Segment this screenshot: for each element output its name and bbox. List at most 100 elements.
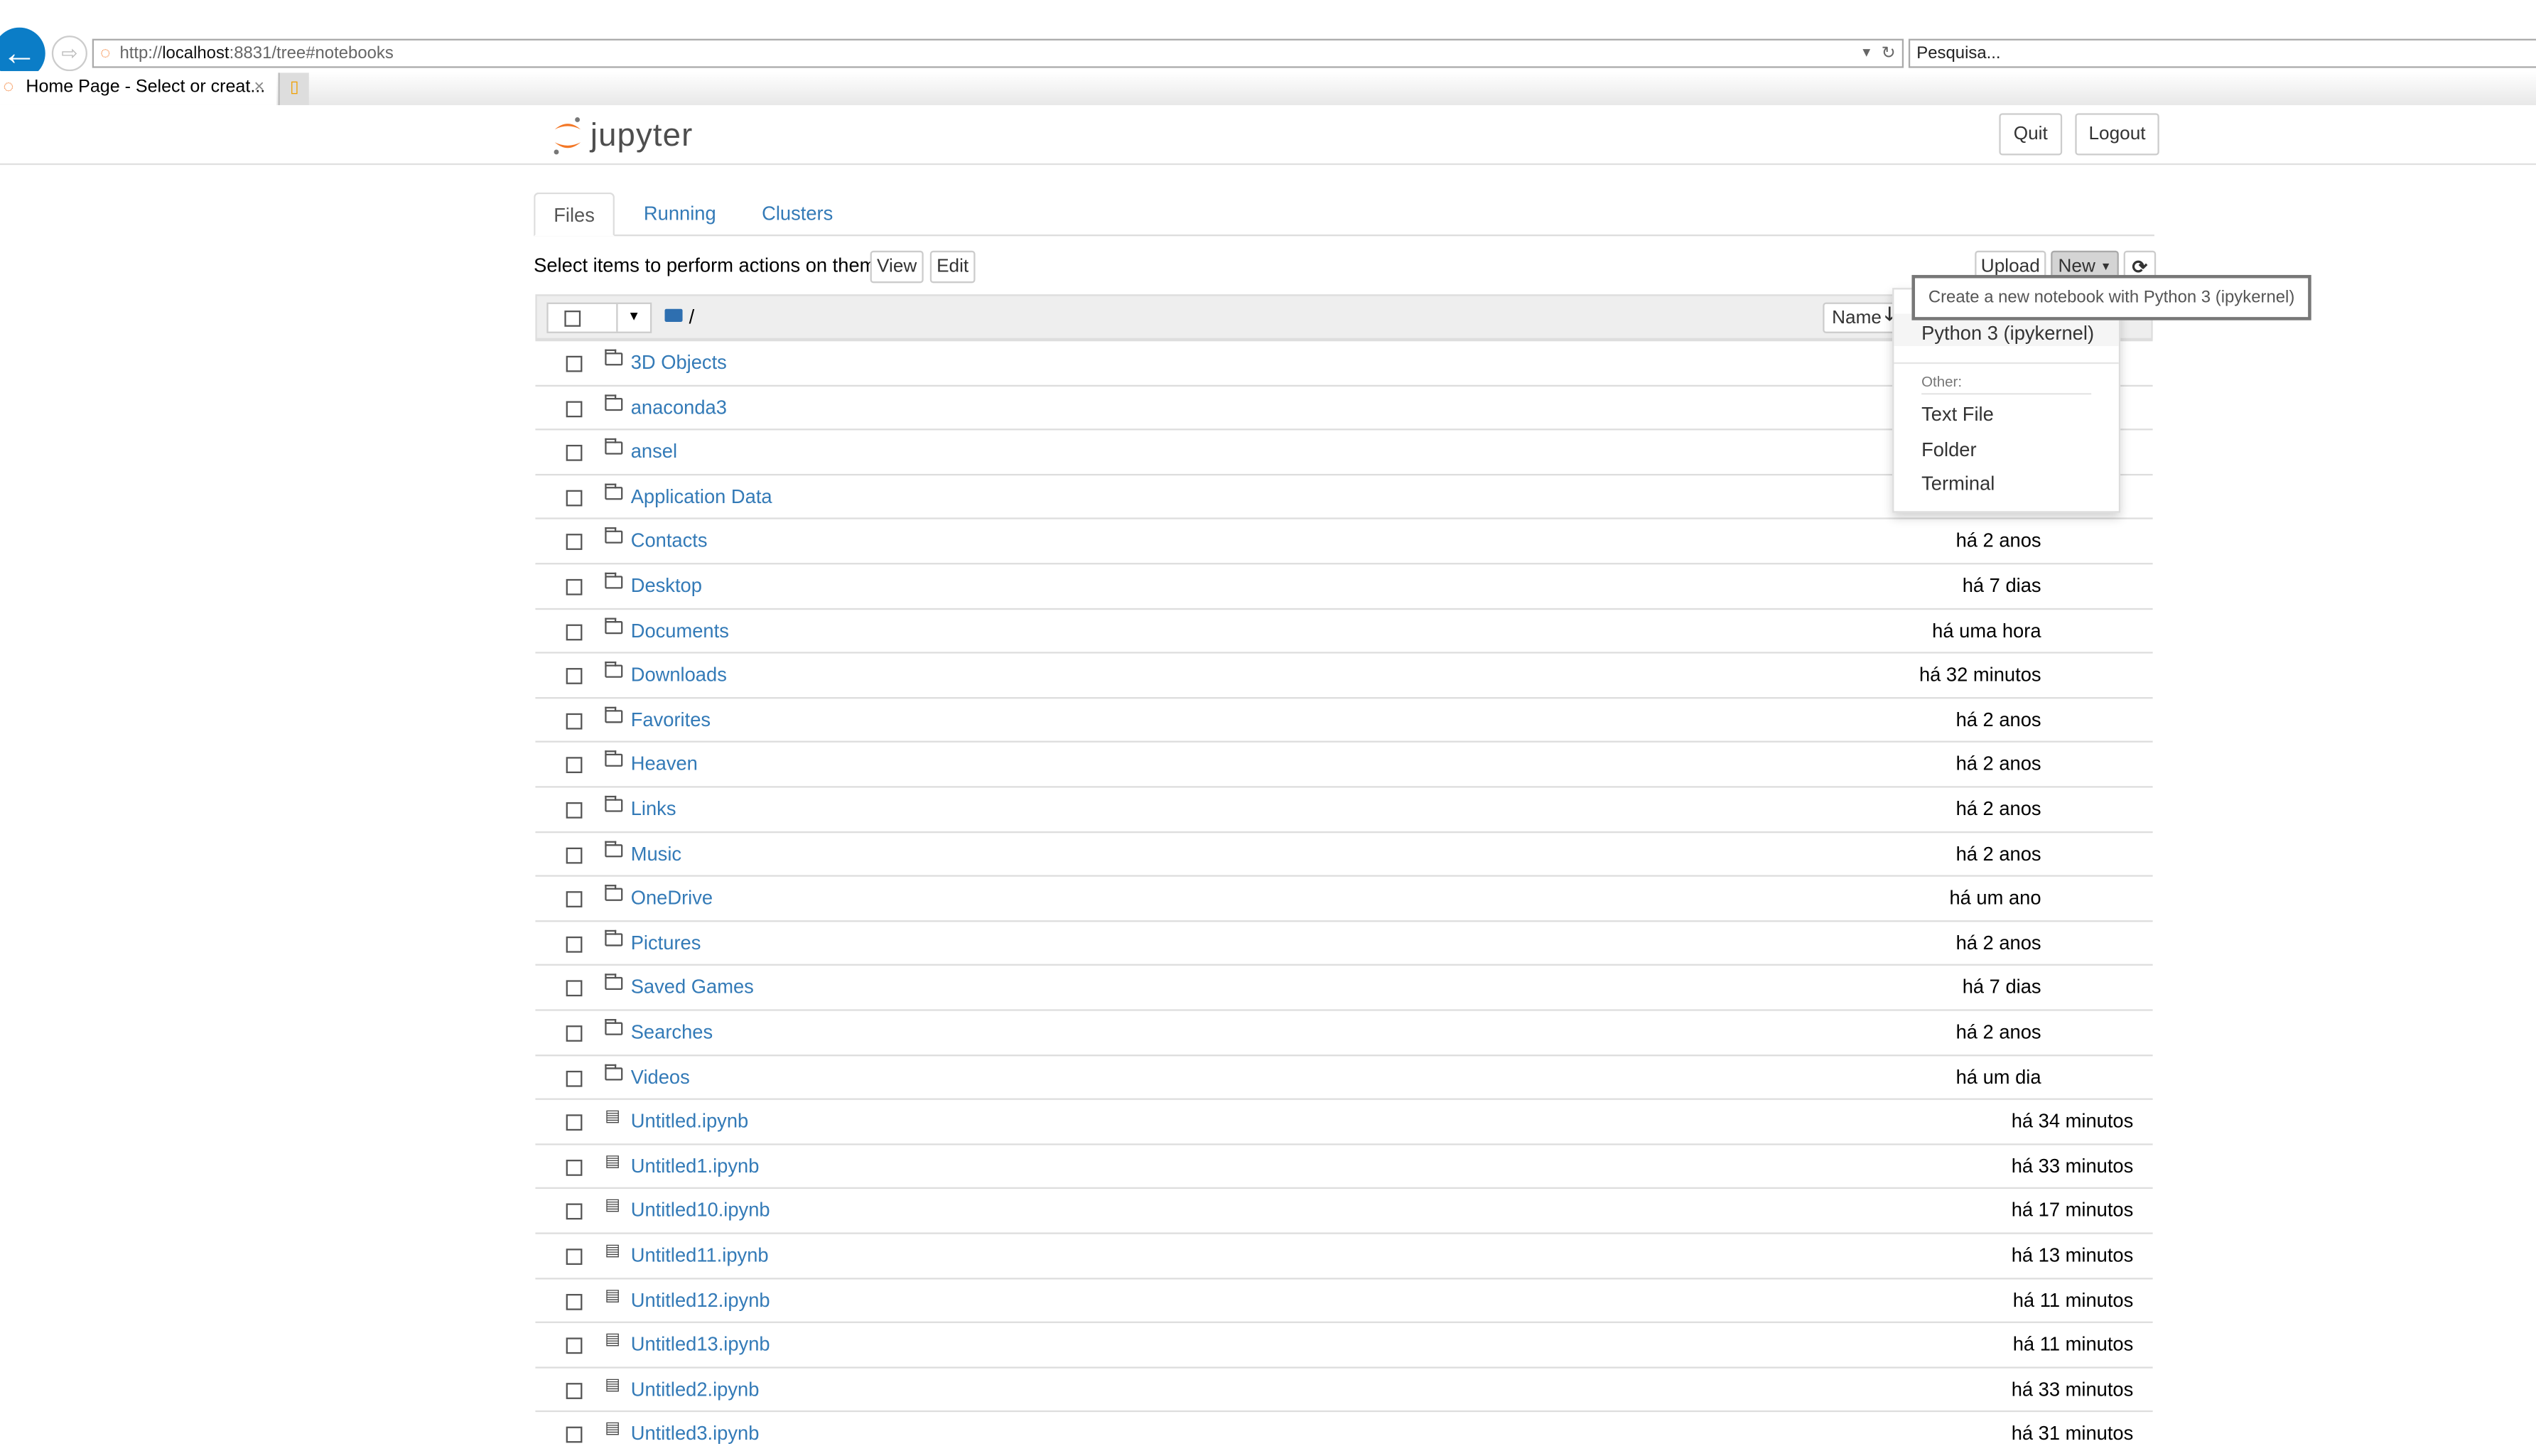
file-link[interactable]: Contacts: [631, 529, 708, 552]
file-link[interactable]: Documents: [631, 619, 729, 642]
row-checkbox[interactable]: [566, 1427, 583, 1444]
row-checkbox[interactable]: [566, 1204, 583, 1221]
selection-hint: Select items to perform actions on them.: [534, 254, 881, 277]
file-link[interactable]: Untitled.ipynb: [631, 1110, 749, 1133]
row-checkbox[interactable]: [566, 981, 583, 998]
row-checkbox[interactable]: [566, 802, 583, 819]
file-link[interactable]: Application Data: [631, 485, 772, 507]
file-link[interactable]: Searches: [631, 1020, 713, 1043]
file-row[interactable]: Heaven há 2 anos: [535, 741, 2153, 786]
row-checkbox[interactable]: [566, 1249, 583, 1265]
file-link[interactable]: Untitled2.ipynb: [631, 1378, 760, 1401]
file-row[interactable]: Documents há uma hora: [535, 607, 2153, 652]
file-link[interactable]: Untitled11.ipynb: [631, 1244, 769, 1266]
row-checkbox[interactable]: [566, 355, 583, 372]
file-row[interactable]: ▤ Untitled12.ipynb há 11 minutos: [535, 1277, 2153, 1322]
file-link[interactable]: Untitled3.ipynb: [631, 1423, 760, 1445]
row-checkbox[interactable]: [566, 623, 583, 640]
row-checkbox[interactable]: [566, 1025, 583, 1042]
browser-tab[interactable]: ◌ Home Page - Select or creat... ×: [0, 71, 277, 105]
row-checkbox[interactable]: [566, 490, 583, 506]
file-link[interactable]: Untitled1.ipynb: [631, 1155, 760, 1177]
row-checkbox[interactable]: [566, 1069, 583, 1086]
row-checkbox[interactable]: [566, 445, 583, 462]
menu-item-terminal[interactable]: Terminal: [1921, 473, 1995, 495]
quit-button[interactable]: Quit: [1999, 113, 2063, 156]
file-link[interactable]: ansel: [631, 441, 677, 463]
tab-clusters[interactable]: Clusters: [762, 203, 833, 225]
file-row[interactable]: Links há 2 anos: [535, 786, 2153, 831]
row-checkbox[interactable]: [566, 578, 583, 595]
edit-button[interactable]: Edit: [929, 250, 976, 284]
select-all-dropdown[interactable]: ▼: [546, 302, 652, 333]
file-row[interactable]: ▤ Untitled2.ipynb há 33 minutos: [535, 1366, 2153, 1411]
close-tab-icon[interactable]: ×: [254, 71, 264, 105]
row-checkbox[interactable]: [566, 668, 583, 685]
sort-name-button[interactable]: Name 🡓: [1823, 302, 1904, 333]
file-link[interactable]: Untitled12.ipynb: [631, 1288, 770, 1311]
file-row[interactable]: Desktop há 7 dias: [535, 563, 2153, 608]
file-row[interactable]: ▤ Untitled10.ipynb há 17 minutos: [535, 1187, 2153, 1233]
row-checkbox[interactable]: [566, 1337, 583, 1354]
file-row[interactable]: Searches há 2 anos: [535, 1009, 2153, 1054]
row-checkbox[interactable]: [566, 757, 583, 774]
refresh-icon[interactable]: ↻: [1882, 41, 1896, 66]
select-all-checkbox[interactable]: [564, 311, 581, 327]
new-tab-button[interactable]: ▯: [278, 72, 309, 105]
file-link[interactable]: Saved Games: [631, 976, 754, 998]
row-checkbox[interactable]: [566, 891, 583, 908]
new-dropdown-menu: Python 3 (ipykernel) Other: Text File Fo…: [1892, 288, 2121, 513]
menu-item-text-file[interactable]: Text File: [1921, 403, 1994, 426]
tab-running[interactable]: Running: [644, 203, 716, 225]
file-row[interactable]: OneDrive há um ano: [535, 875, 2153, 920]
address-bar[interactable]: ◌ http://localhost:8831/tree#notebooks ▼…: [92, 38, 1904, 68]
row-checkbox[interactable]: [566, 1382, 583, 1399]
file-row[interactable]: Pictures há 2 anos: [535, 920, 2153, 965]
row-checkbox[interactable]: [566, 534, 583, 551]
view-button[interactable]: View: [870, 250, 924, 284]
file-link[interactable]: Favorites: [631, 708, 711, 731]
file-link[interactable]: Downloads: [631, 664, 727, 686]
dropdown-icon[interactable]: ▼: [1860, 41, 1873, 66]
logout-button[interactable]: Logout: [2075, 113, 2159, 156]
file-link[interactable]: Videos: [631, 1065, 690, 1088]
row-checkbox[interactable]: [566, 846, 583, 863]
row-checkbox[interactable]: [566, 713, 583, 730]
search-box[interactable]: Pesquisa...: [1908, 38, 2536, 68]
file-link[interactable]: Untitled13.ipynb: [631, 1333, 770, 1356]
file-row[interactable]: Downloads há 32 minutos: [535, 652, 2153, 697]
file-link[interactable]: OneDrive: [631, 887, 713, 910]
file-link[interactable]: Untitled10.ipynb: [631, 1199, 770, 1222]
row-checkbox[interactable]: [566, 936, 583, 953]
menu-item-folder[interactable]: Folder: [1921, 438, 1976, 461]
file-link[interactable]: Heaven: [631, 753, 698, 775]
jupyter-logo[interactable]: jupyter: [551, 113, 693, 158]
folder-home-icon[interactable]: [664, 308, 683, 322]
menu-item-python3-label[interactable]: Python 3 (ipykernel): [1921, 322, 2094, 345]
file-row[interactable]: Videos há um dia: [535, 1054, 2153, 1099]
file-row[interactable]: Music há 2 anos: [535, 831, 2153, 875]
tab-files[interactable]: Files: [534, 192, 615, 237]
file-row[interactable]: Contacts há 2 anos: [535, 518, 2153, 563]
file-link[interactable]: Desktop: [631, 574, 702, 597]
file-row[interactable]: Saved Games há 7 dias: [535, 964, 2153, 1010]
file-link[interactable]: Pictures: [631, 932, 701, 954]
last-modified: há 17 minutos: [2011, 1199, 2134, 1222]
file-row[interactable]: ▤ Untitled13.ipynb há 11 minutos: [535, 1322, 2153, 1366]
caret-down-icon[interactable]: ▼: [627, 309, 640, 323]
row-checkbox[interactable]: [566, 1159, 583, 1176]
file-link[interactable]: anaconda3: [631, 396, 727, 419]
file-row[interactable]: ▤ Untitled.ipynb há 34 minutos: [535, 1098, 2153, 1143]
breadcrumb[interactable]: /: [689, 306, 695, 328]
file-link[interactable]: 3D Objects: [631, 351, 727, 374]
file-link[interactable]: Links: [631, 797, 676, 820]
file-link[interactable]: Music: [631, 842, 681, 865]
file-row[interactable]: ▤ Untitled11.ipynb há 13 minutos: [535, 1232, 2153, 1277]
row-checkbox[interactable]: [566, 1114, 583, 1131]
file-row[interactable]: ▤ Untitled1.ipynb há 33 minutos: [535, 1143, 2153, 1188]
row-checkbox[interactable]: [566, 1293, 583, 1310]
forward-button[interactable]: ⇨: [51, 36, 87, 72]
file-row[interactable]: Favorites há 2 anos: [535, 696, 2153, 742]
file-row[interactable]: ▤ Untitled3.ipynb há 31 minutos: [535, 1411, 2153, 1456]
row-checkbox[interactable]: [566, 400, 583, 417]
